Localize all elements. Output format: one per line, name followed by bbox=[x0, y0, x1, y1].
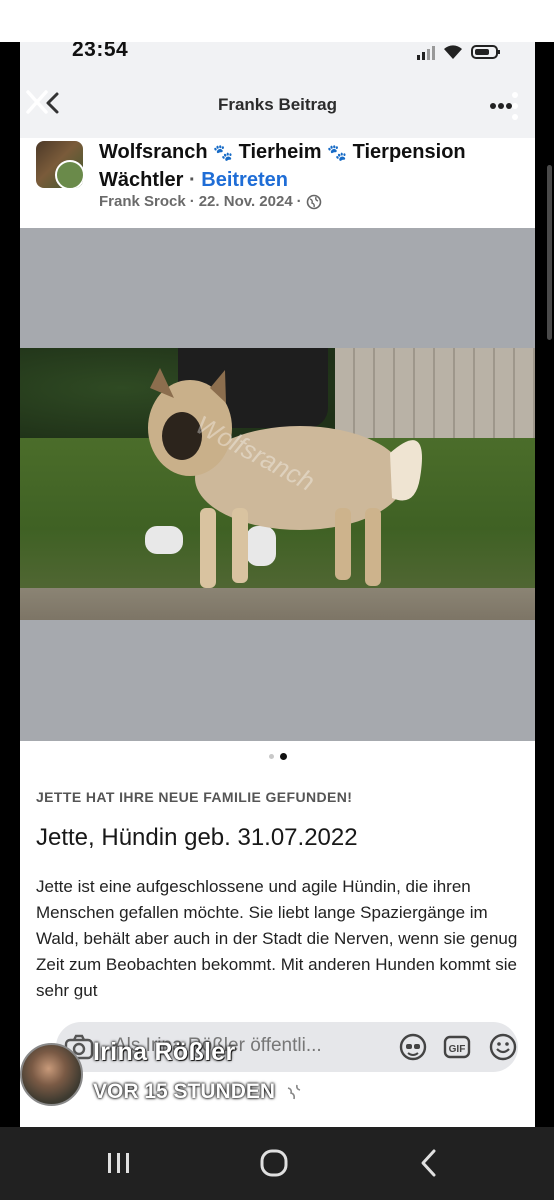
group-name-part: Tierpension bbox=[352, 141, 466, 163]
gif-icon[interactable]: GIF bbox=[442, 1032, 472, 1062]
group-name-part: Wächtler bbox=[99, 169, 184, 191]
top-border bbox=[0, 0, 554, 42]
carousel-dot[interactable] bbox=[268, 753, 274, 759]
comment-time-label: VOR 15 STUNDEN bbox=[93, 1080, 276, 1103]
status-time: 23:54 bbox=[72, 42, 129, 61]
post-banner: JETTE HAT IHRE NEUE FAMILIE GEFUNDEN! bbox=[36, 789, 353, 805]
more-options-button[interactable] bbox=[489, 90, 523, 120]
signal-icon bbox=[417, 46, 435, 60]
comment-time: VOR 15 STUNDEN bbox=[93, 1080, 305, 1104]
commenter-name[interactable]: Irina Rößler bbox=[93, 1038, 236, 1067]
post-image-carousel[interactable]: Wolfsranch bbox=[20, 228, 535, 741]
join-button[interactable]: Beitreten bbox=[201, 169, 288, 191]
post-title: Jette, Hündin geb. 31.07.2022 bbox=[36, 824, 358, 851]
group-name-part: Wolfsranch bbox=[99, 141, 208, 163]
phone-frame: 23:54 Franks Beitrag Wolfsranch 🐾 Tierhe… bbox=[0, 0, 554, 1200]
avatar-sticker-icon[interactable] bbox=[398, 1032, 428, 1062]
home-icon[interactable] bbox=[254, 1145, 294, 1181]
separator: · bbox=[189, 193, 195, 210]
post-date[interactable]: 22. Nov. 2024 bbox=[199, 193, 293, 210]
post-text: JETTE HAT IHRE NEUE FAMILIE GEFUNDEN! Je… bbox=[20, 771, 535, 1127]
back-icon[interactable] bbox=[410, 1145, 450, 1181]
left-border bbox=[0, 42, 20, 1127]
emoji-icon[interactable] bbox=[488, 1032, 518, 1062]
scroll-indicator[interactable] bbox=[547, 165, 552, 340]
more-icon bbox=[490, 92, 518, 120]
text-fade bbox=[20, 996, 535, 1010]
carousel-dot-active[interactable] bbox=[279, 752, 287, 760]
page-title: Franks Beitrag bbox=[217, 95, 338, 114]
commenter-avatar[interactable] bbox=[20, 1043, 83, 1106]
svg-text:GIF: GIF bbox=[449, 1044, 466, 1055]
separator: · bbox=[189, 169, 196, 191]
nav-bar: Franks Beitrag bbox=[20, 68, 535, 142]
paw-icon: 🐾 bbox=[327, 145, 348, 162]
group-name-part: Tierheim bbox=[238, 141, 322, 163]
dog-photo[interactable]: Wolfsranch bbox=[20, 348, 535, 620]
status-bar: 23:54 bbox=[20, 42, 535, 68]
app-screen: 23:54 Franks Beitrag Wolfsranch 🐾 Tierhe… bbox=[20, 42, 535, 1127]
post-body: Jette ist eine aufgeschlossene und agile… bbox=[36, 877, 518, 1000]
group-name[interactable]: Wolfsranch 🐾 Tierheim 🐾 Tierpension Wäch… bbox=[99, 139, 529, 193]
post-header: Wolfsranch 🐾 Tierheim 🐾 Tierpension Wäch… bbox=[20, 138, 535, 228]
author-name[interactable]: Frank Srock bbox=[99, 193, 186, 210]
carousel-dots bbox=[20, 741, 535, 771]
wifi-icon bbox=[443, 44, 463, 60]
globe-icon bbox=[306, 194, 321, 209]
globe-icon bbox=[284, 1082, 305, 1102]
separator: · bbox=[296, 193, 302, 210]
post-meta: Frank Srock · 22. Nov. 2024 · bbox=[99, 193, 322, 210]
battery-icon bbox=[471, 44, 501, 60]
system-nav-bar bbox=[0, 1127, 554, 1200]
recent-apps-icon[interactable] bbox=[99, 1145, 139, 1181]
paw-icon: 🐾 bbox=[213, 145, 234, 162]
status-icons bbox=[417, 44, 501, 60]
group-avatar[interactable] bbox=[36, 141, 83, 188]
